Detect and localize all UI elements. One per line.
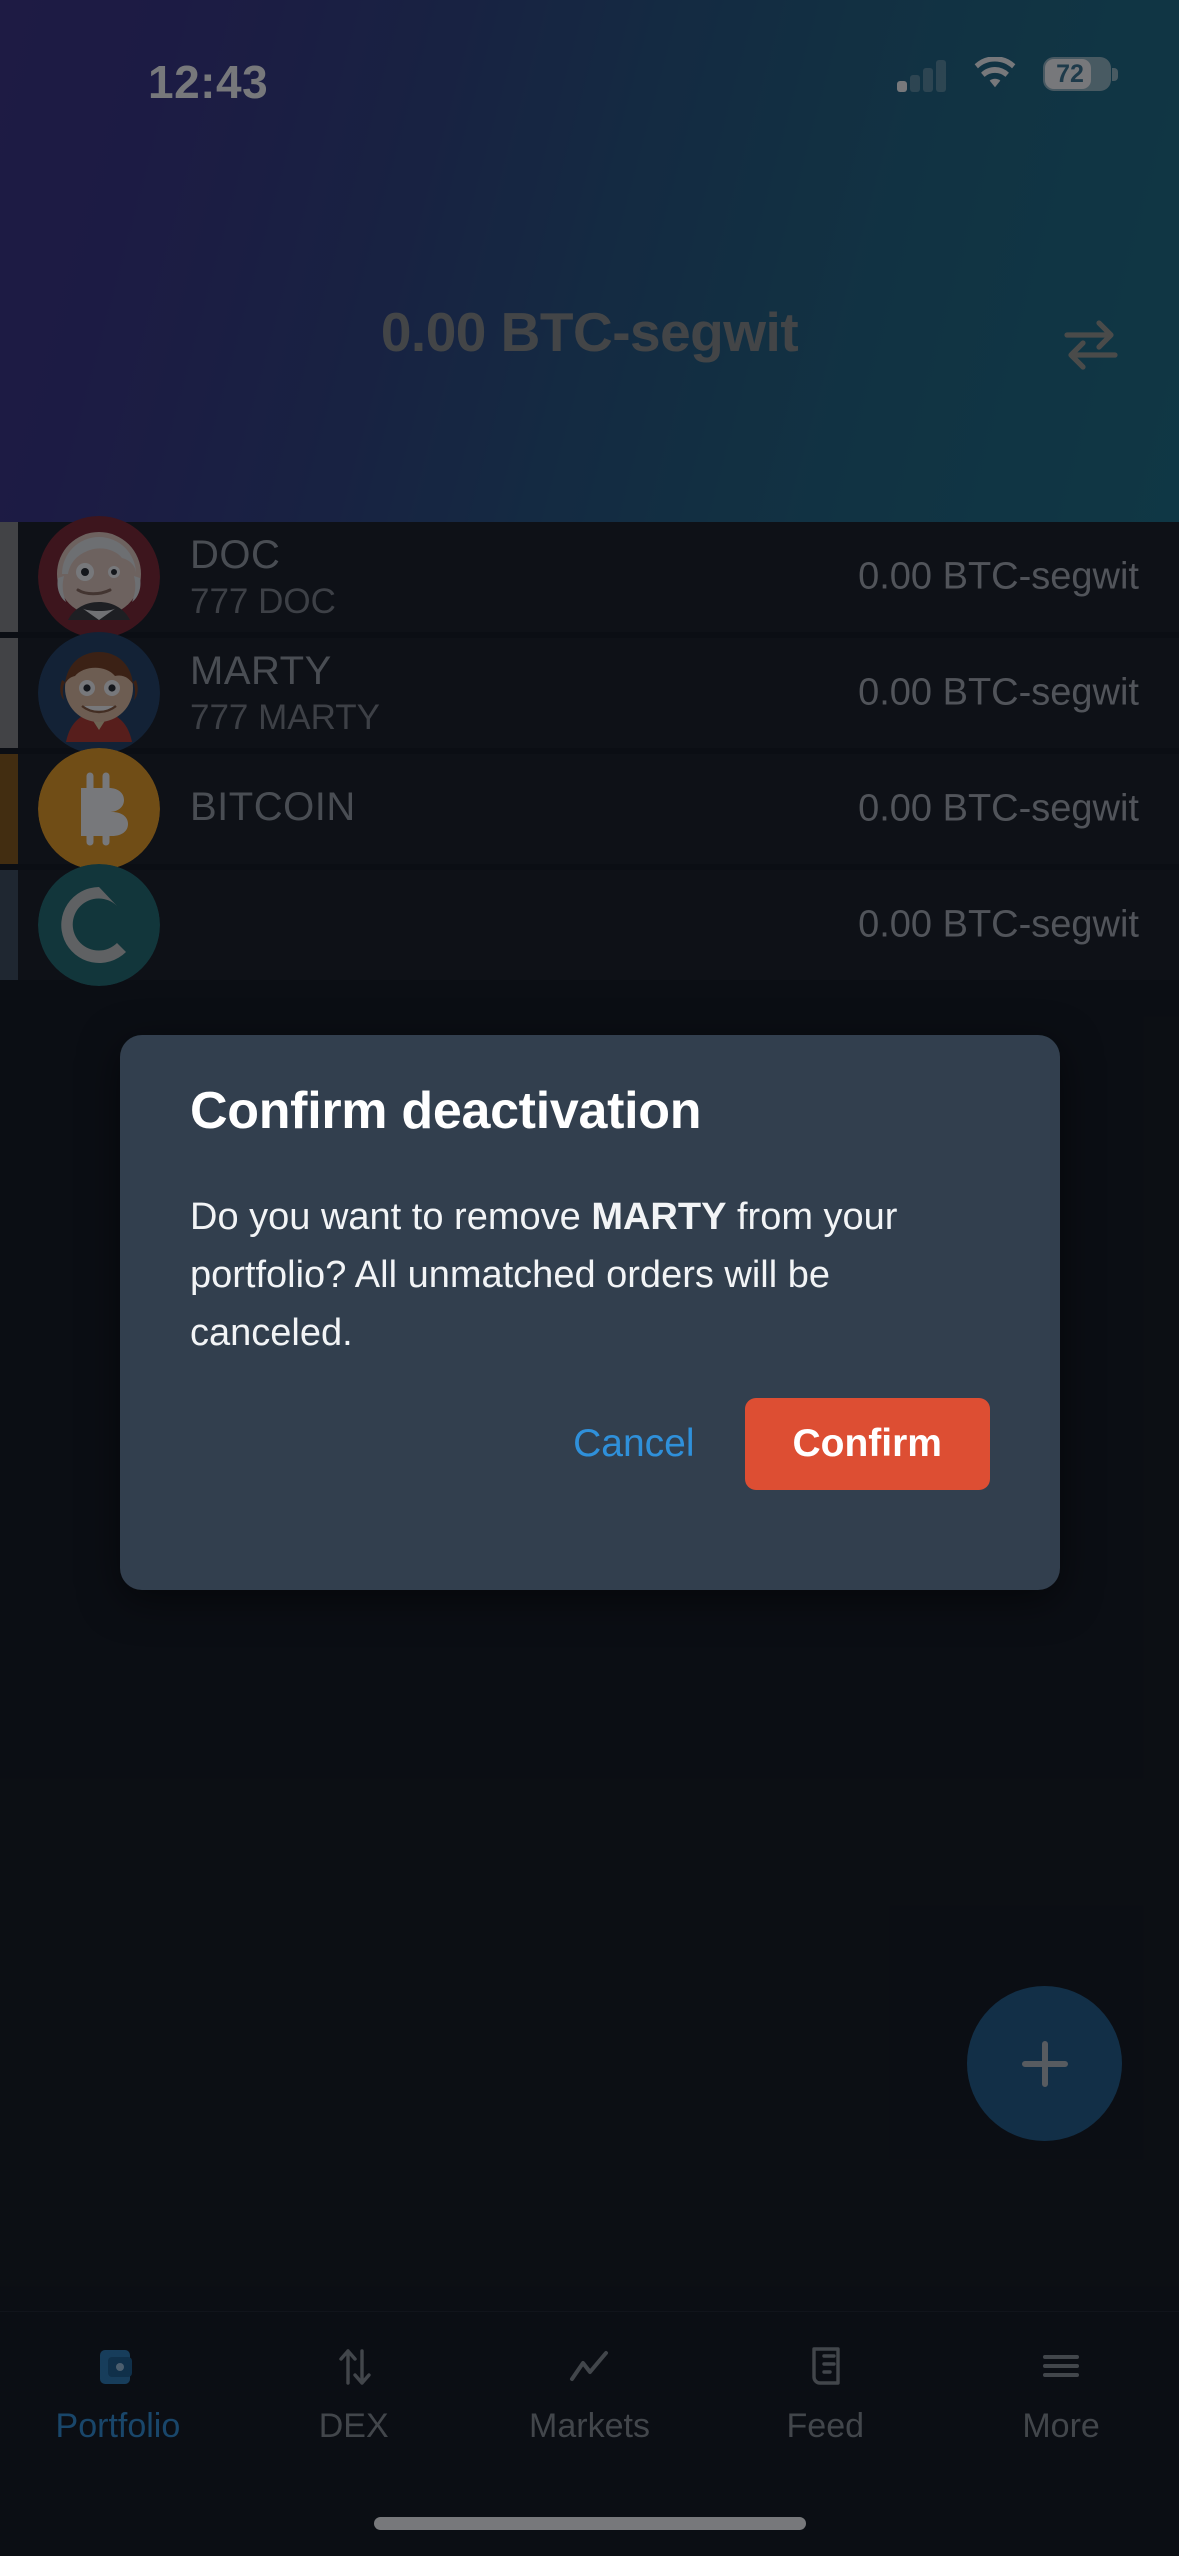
message-asset-name: MARTY bbox=[591, 1196, 727, 1238]
message-prefix: Do you want to remove bbox=[190, 1196, 592, 1238]
confirm-button[interactable]: Confirm bbox=[744, 1398, 990, 1490]
dialog-title: Confirm deactivation bbox=[190, 1082, 702, 1140]
battery-icon: 72 bbox=[1043, 57, 1118, 91]
app-screen: 12:43 72 0.00 BTC-segwit bbox=[0, 0, 1179, 2556]
dialog-message: Do you want to remove MARTY from your po… bbox=[190, 1189, 990, 1362]
cancel-button[interactable]: Cancel bbox=[563, 1408, 704, 1480]
battery-percent-label: 72 bbox=[1056, 59, 1084, 88]
dialog-actions: Cancel Confirm bbox=[563, 1398, 990, 1490]
confirm-deactivation-dialog: Confirm deactivation Do you want to remo… bbox=[120, 1035, 1060, 1590]
